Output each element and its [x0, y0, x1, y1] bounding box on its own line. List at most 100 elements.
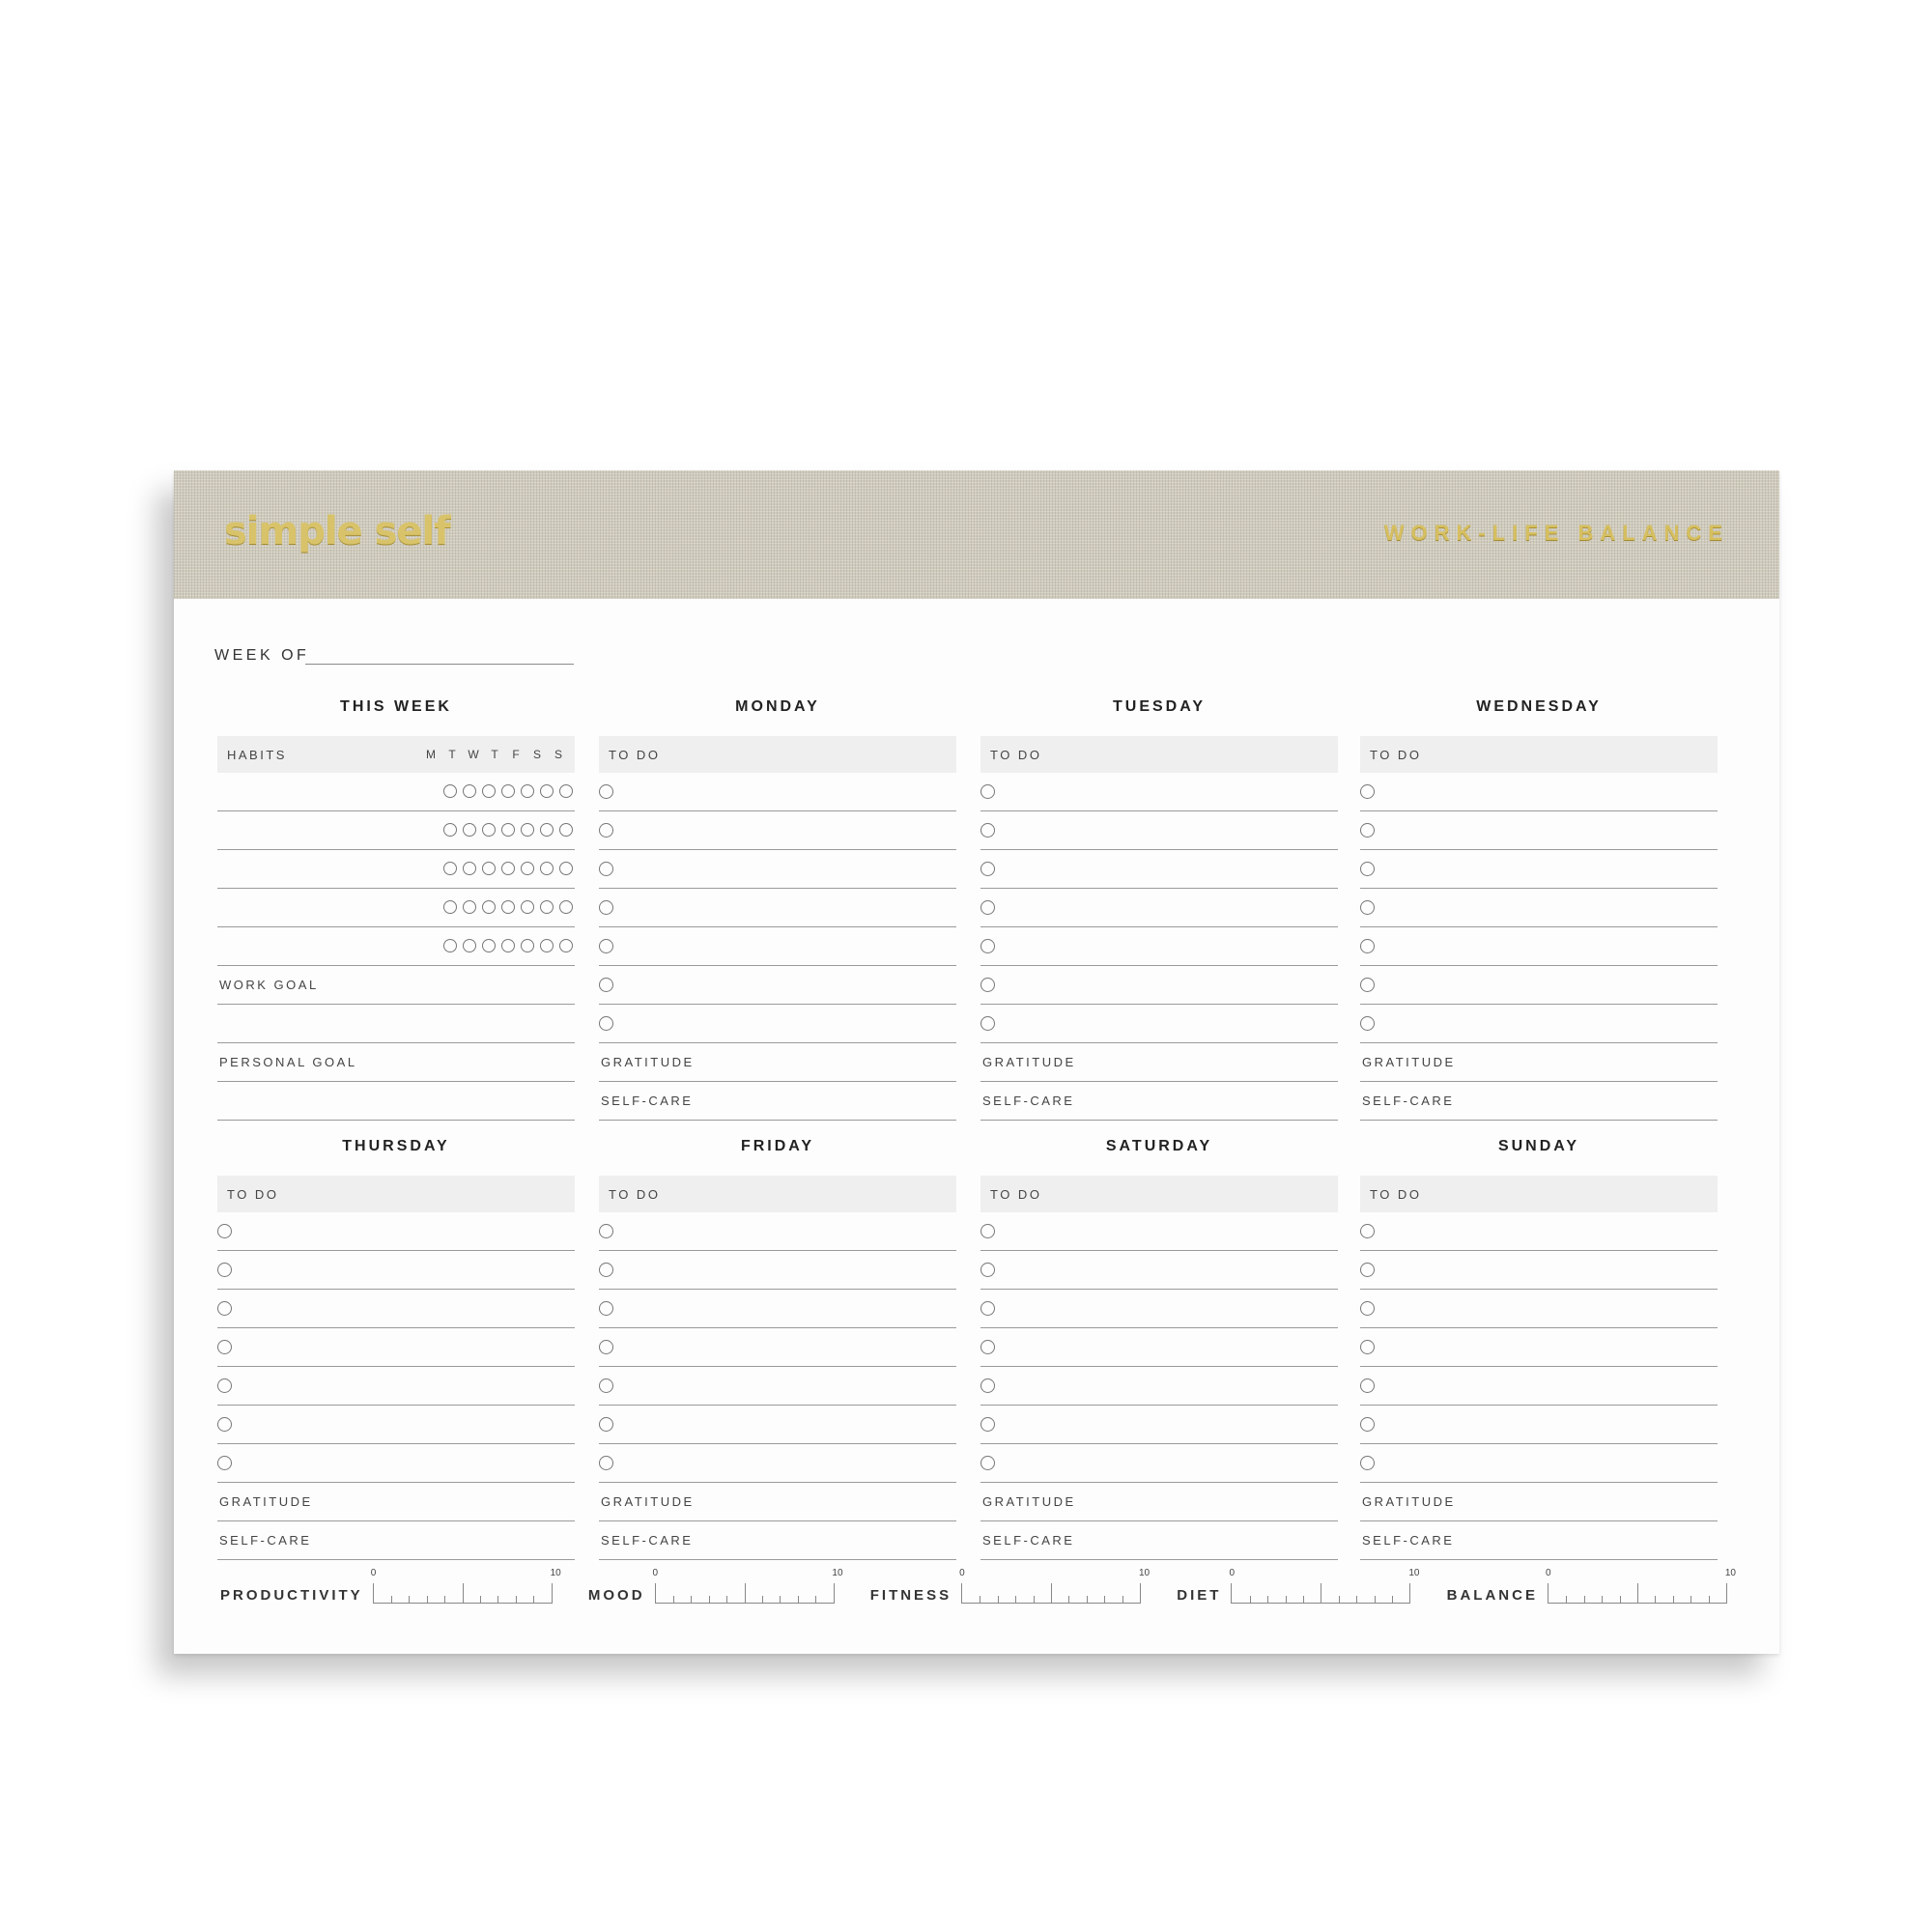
- todo-checkbox-icon[interactable]: [599, 939, 613, 953]
- todo-checkbox-icon[interactable]: [217, 1263, 232, 1277]
- gratitude-row[interactable]: GRATITUDE: [1360, 1043, 1718, 1082]
- personal-goal-line[interactable]: [217, 1082, 575, 1121]
- work-goal-row[interactable]: WORK GOAL: [217, 966, 575, 1005]
- rating-ruler[interactable]: 0 10: [1229, 1568, 1419, 1604]
- rating-ruler[interactable]: 0 10: [959, 1568, 1150, 1604]
- habit-checkbox-icon[interactable]: [559, 823, 573, 837]
- todo-item[interactable]: [599, 1406, 956, 1444]
- habit-checkbox-icon[interactable]: [501, 862, 515, 875]
- todo-item[interactable]: [599, 1290, 956, 1328]
- todo-checkbox-icon[interactable]: [980, 823, 995, 838]
- todo-item[interactable]: [980, 811, 1338, 850]
- todo-item[interactable]: [1360, 773, 1718, 811]
- habit-checkbox-icon[interactable]: [463, 823, 476, 837]
- self-care-row[interactable]: SELF-CARE: [599, 1082, 956, 1121]
- habit-checkbox-icon[interactable]: [482, 784, 496, 798]
- habit-checkbox-icon[interactable]: [540, 862, 554, 875]
- todo-checkbox-icon[interactable]: [980, 1263, 995, 1277]
- self-care-row[interactable]: SELF-CARE: [1360, 1082, 1718, 1121]
- todo-item[interactable]: [980, 850, 1338, 889]
- todo-checkbox-icon[interactable]: [599, 1456, 613, 1470]
- todo-item[interactable]: [980, 927, 1338, 966]
- habit-checkbox-icon[interactable]: [501, 900, 515, 914]
- todo-checkbox-icon[interactable]: [217, 1301, 232, 1316]
- gratitude-row[interactable]: GRATITUDE: [1360, 1483, 1718, 1521]
- todo-item[interactable]: [1360, 1367, 1718, 1406]
- habit-checkbox-icon[interactable]: [443, 939, 457, 952]
- habit-checkbox-icon[interactable]: [540, 823, 554, 837]
- rating-ruler[interactable]: 0 10: [1546, 1568, 1736, 1604]
- gratitude-row[interactable]: GRATITUDE: [599, 1483, 956, 1521]
- habit-row[interactable]: [217, 811, 575, 850]
- todo-item[interactable]: [1360, 1290, 1718, 1328]
- todo-checkbox-icon[interactable]: [599, 1417, 613, 1432]
- habit-checkbox-icon[interactable]: [540, 784, 554, 798]
- todo-item[interactable]: [1360, 889, 1718, 927]
- todo-item[interactable]: [980, 1290, 1338, 1328]
- todo-item[interactable]: [1360, 850, 1718, 889]
- todo-checkbox-icon[interactable]: [1360, 978, 1375, 992]
- todo-checkbox-icon[interactable]: [599, 900, 613, 915]
- gratitude-row[interactable]: GRATITUDE: [599, 1043, 956, 1082]
- habit-checkbox-icon[interactable]: [501, 939, 515, 952]
- habit-row[interactable]: [217, 889, 575, 927]
- todo-item[interactable]: [599, 966, 956, 1005]
- todo-item[interactable]: [217, 1251, 575, 1290]
- todo-checkbox-icon[interactable]: [980, 978, 995, 992]
- todo-checkbox-icon[interactable]: [1360, 1224, 1375, 1238]
- habit-checkbox-icon[interactable]: [482, 939, 496, 952]
- todo-item[interactable]: [1360, 1406, 1718, 1444]
- habit-checkbox-icon[interactable]: [559, 939, 573, 952]
- todo-checkbox-icon[interactable]: [1360, 1417, 1375, 1432]
- todo-item[interactable]: [1360, 1212, 1718, 1251]
- todo-checkbox-icon[interactable]: [980, 939, 995, 953]
- habit-checkbox-icon[interactable]: [482, 862, 496, 875]
- habit-checkbox-icon[interactable]: [443, 823, 457, 837]
- todo-item[interactable]: [980, 1444, 1338, 1483]
- todo-item[interactable]: [1360, 1328, 1718, 1367]
- habit-checkbox-icon[interactable]: [443, 862, 457, 875]
- habit-checkbox-icon[interactable]: [501, 823, 515, 837]
- todo-checkbox-icon[interactable]: [980, 862, 995, 876]
- habit-checkbox-icon[interactable]: [482, 900, 496, 914]
- todo-item[interactable]: [980, 1005, 1338, 1043]
- todo-item[interactable]: [1360, 811, 1718, 850]
- habit-checkbox-icon[interactable]: [463, 939, 476, 952]
- todo-checkbox-icon[interactable]: [980, 1417, 995, 1432]
- habit-checkbox-icon[interactable]: [501, 784, 515, 798]
- todo-item[interactable]: [1360, 966, 1718, 1005]
- todo-item[interactable]: [599, 1005, 956, 1043]
- personal-goal-row[interactable]: PERSONAL GOAL: [217, 1043, 575, 1082]
- rating-ruler[interactable]: 0 10: [653, 1568, 843, 1604]
- todo-checkbox-icon[interactable]: [1360, 1378, 1375, 1393]
- habit-checkbox-icon[interactable]: [521, 900, 534, 914]
- habit-checkbox-icon[interactable]: [521, 862, 534, 875]
- habit-checkbox-icon[interactable]: [559, 862, 573, 875]
- self-care-row[interactable]: SELF-CARE: [1360, 1521, 1718, 1560]
- todo-item[interactable]: [599, 1212, 956, 1251]
- todo-checkbox-icon[interactable]: [980, 1016, 995, 1031]
- habit-checkbox-icon[interactable]: [540, 939, 554, 952]
- habit-checkbox-icon[interactable]: [559, 900, 573, 914]
- habit-checkbox-icon[interactable]: [463, 862, 476, 875]
- todo-checkbox-icon[interactable]: [599, 1340, 613, 1354]
- todo-item[interactable]: [217, 1406, 575, 1444]
- work-goal-line[interactable]: [217, 1005, 575, 1043]
- todo-checkbox-icon[interactable]: [980, 1456, 995, 1470]
- todo-checkbox-icon[interactable]: [217, 1224, 232, 1238]
- todo-item[interactable]: [599, 773, 956, 811]
- self-care-row[interactable]: SELF-CARE: [599, 1521, 956, 1560]
- todo-item[interactable]: [599, 927, 956, 966]
- todo-item[interactable]: [217, 1290, 575, 1328]
- todo-item[interactable]: [980, 1367, 1338, 1406]
- todo-item[interactable]: [599, 1328, 956, 1367]
- todo-item[interactable]: [1360, 1444, 1718, 1483]
- todo-checkbox-icon[interactable]: [599, 823, 613, 838]
- todo-item[interactable]: [980, 1328, 1338, 1367]
- todo-checkbox-icon[interactable]: [599, 784, 613, 799]
- todo-item[interactable]: [217, 1212, 575, 1251]
- todo-item[interactable]: [980, 966, 1338, 1005]
- todo-checkbox-icon[interactable]: [217, 1456, 232, 1470]
- habit-checkbox-icon[interactable]: [559, 784, 573, 798]
- todo-checkbox-icon[interactable]: [980, 1301, 995, 1316]
